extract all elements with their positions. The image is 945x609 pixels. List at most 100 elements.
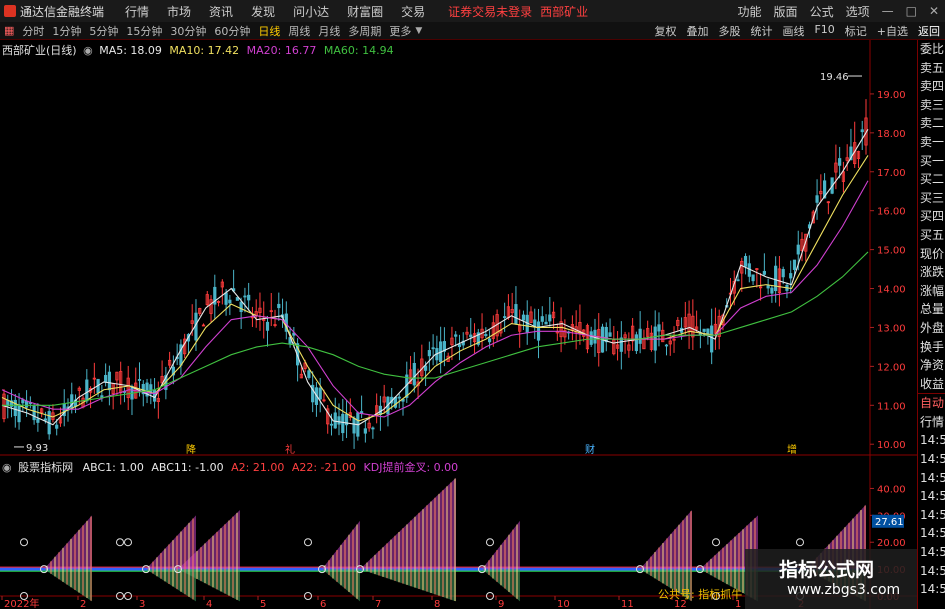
- ma-line-ma20: [1, 180, 869, 418]
- candle-body: [454, 334, 458, 337]
- candle-body: [521, 314, 526, 321]
- event-marker: 礼: [285, 443, 295, 456]
- wechat-label: 公共号: 指标抓牛: [658, 588, 743, 601]
- indicator-fan-up: [640, 509, 692, 570]
- quote-panel-item[interactable]: 卖三: [918, 96, 945, 115]
- quote-panel-item[interactable]: 14:5: [918, 506, 945, 525]
- indicator-tick-label: 20.00: [877, 538, 906, 549]
- quote-panel-item[interactable]: 买二: [918, 170, 945, 189]
- quote-panel-item[interactable]: 涨幅: [918, 282, 945, 301]
- quote-panel-item[interactable]: 14:50: [918, 469, 945, 488]
- quote-panel: 委比 卖五 卖四 卖三 卖二 卖一 买一 买二 买三 买四 买五 现价 涨跌 涨幅 总量 外盘 换手 净资 收益 自动…: [917, 40, 945, 609]
- watermark: 指标公式网 www.zbgs3.com: [745, 549, 917, 609]
- quote-panel-item[interactable]: 委比: [918, 40, 945, 59]
- time-tick-label: 5: [260, 599, 266, 609]
- candle-body: [544, 321, 548, 325]
- time-tick-label: 9: [498, 599, 504, 609]
- price-tick-label: 14.00: [877, 285, 906, 296]
- price-tick-label: 13.00: [877, 323, 906, 334]
- price-axis: 10.00 11.00 12.00 13.00 14.00 15.00 16.00 17.00…: [870, 90, 906, 451]
- quote-panel-item[interactable]: 买一: [918, 152, 945, 171]
- candle-body: [710, 325, 714, 353]
- quote-panel-item[interactable]: 14:5: [918, 562, 945, 581]
- candle-body: [702, 328, 706, 332]
- candle-body: [337, 416, 341, 425]
- candle-body: [484, 334, 488, 337]
- candle-body: [860, 129, 864, 133]
- settings-circle-icon[interactable]: ◉: [83, 44, 93, 57]
- candle-body: [487, 338, 492, 343]
- candle-body: [431, 347, 435, 350]
- indicator-value-label: 27.61: [875, 517, 904, 528]
- candle-body: [412, 362, 416, 386]
- quote-panel-item[interactable]: 卖五: [918, 59, 945, 78]
- quote-panel-item[interactable]: 买四: [918, 207, 945, 226]
- candle-body: [427, 350, 431, 357]
- candle-body: [796, 244, 800, 255]
- quote-panel-item[interactable]: 卖一: [918, 133, 945, 152]
- quote-panel-item[interactable]: 14:50: [918, 487, 945, 506]
- quote-panel-item[interactable]: 外盘: [918, 319, 945, 338]
- time-tick-label: 10: [557, 599, 570, 609]
- time-tick-label: 2022年: [4, 597, 39, 609]
- quote-panel-item[interactable]: 行情: [918, 413, 945, 432]
- event-marker: 降: [186, 443, 196, 456]
- candle-body: [243, 295, 247, 298]
- indicator-signal-circle: [796, 538, 804, 547]
- quote-panel-item[interactable]: 买五: [918, 226, 945, 245]
- candle-body: [318, 387, 322, 400]
- candle-body: [21, 399, 25, 404]
- candle-body: [792, 259, 797, 270]
- chart-annotations: 19.46 9.93 降 礼 财 增: [14, 72, 862, 456]
- quote-panel-item[interactable]: 买三: [918, 189, 945, 208]
- quote-panel-item[interactable]: 14:5: [918, 580, 945, 599]
- quote-panel-item[interactable]: 14:50: [918, 431, 945, 450]
- quote-panel-item[interactable]: 14:5: [918, 524, 945, 543]
- candle-body: [540, 316, 544, 322]
- watermark-url: www.zbgs3.com: [787, 582, 901, 598]
- chart-title: 西部矿业(日线): [2, 44, 77, 57]
- candle-body: [371, 427, 375, 430]
- quote-panel-item[interactable]: 换手: [918, 338, 945, 357]
- ma20-label: MA20: 16.77: [246, 44, 317, 57]
- watermark-title: 指标公式网: [779, 559, 875, 581]
- back-button[interactable]: 返回: [918, 23, 940, 39]
- time-tick-label: 11: [621, 599, 634, 609]
- candle-body: [265, 321, 270, 331]
- low-price-label: 9.93: [26, 443, 48, 454]
- candle-body: [751, 274, 755, 282]
- settings-circle-icon[interactable]: ◉: [2, 461, 12, 474]
- quote-panel-item[interactable]: 现价: [918, 245, 945, 264]
- time-tick-label: 7: [375, 599, 381, 609]
- indicator-header: ◉ 股票指标网 ABC1: 1.00 ABC11: -1.00 A2: 21.0…: [2, 459, 458, 475]
- candle-body: [766, 285, 770, 289]
- quote-panel-item[interactable]: 卖二: [918, 114, 945, 133]
- quote-panel-item[interactable]: 自动: [918, 393, 945, 413]
- candle-body: [789, 273, 793, 279]
- time-tick-label: 2: [80, 599, 86, 609]
- quote-panel-item[interactable]: 涨跌: [918, 263, 945, 282]
- candle-body: [457, 344, 462, 348]
- candle-body: [608, 332, 612, 337]
- candle-body: [333, 412, 337, 429]
- time-tick-label: 8: [434, 599, 440, 609]
- chart-canvas[interactable]: 10.00 11.00 12.00 13.00 14.00 15.00 16.00 17.00…: [0, 0, 917, 609]
- quote-panel-item[interactable]: 14:50: [918, 450, 945, 469]
- price-tick-label: 16.00: [877, 207, 906, 218]
- quote-panel-item[interactable]: 14:5: [918, 543, 945, 562]
- indicator-fan-up: [44, 515, 92, 570]
- quote-panel-item[interactable]: 卖四: [918, 77, 945, 96]
- candle-body: [341, 413, 345, 434]
- candle-body: [638, 328, 642, 344]
- candle-body: [770, 287, 774, 294]
- main-chart-header: 西部矿业(日线) ◉ MA5: 18.09 MA10: 17.42 MA20: …: [2, 42, 394, 58]
- candle-body: [55, 424, 59, 429]
- price-tick-label: 15.00: [877, 246, 906, 257]
- quote-panel-item[interactable]: 收益: [918, 375, 945, 394]
- candle-body: [503, 316, 507, 318]
- quote-panel-item[interactable]: 总量: [918, 300, 945, 319]
- indicator-signal-circle: [304, 538, 312, 547]
- close-icon[interactable]: ✕: [929, 4, 939, 18]
- quote-panel-item[interactable]: 净资: [918, 356, 945, 375]
- indicator-fan-down: [44, 569, 92, 602]
